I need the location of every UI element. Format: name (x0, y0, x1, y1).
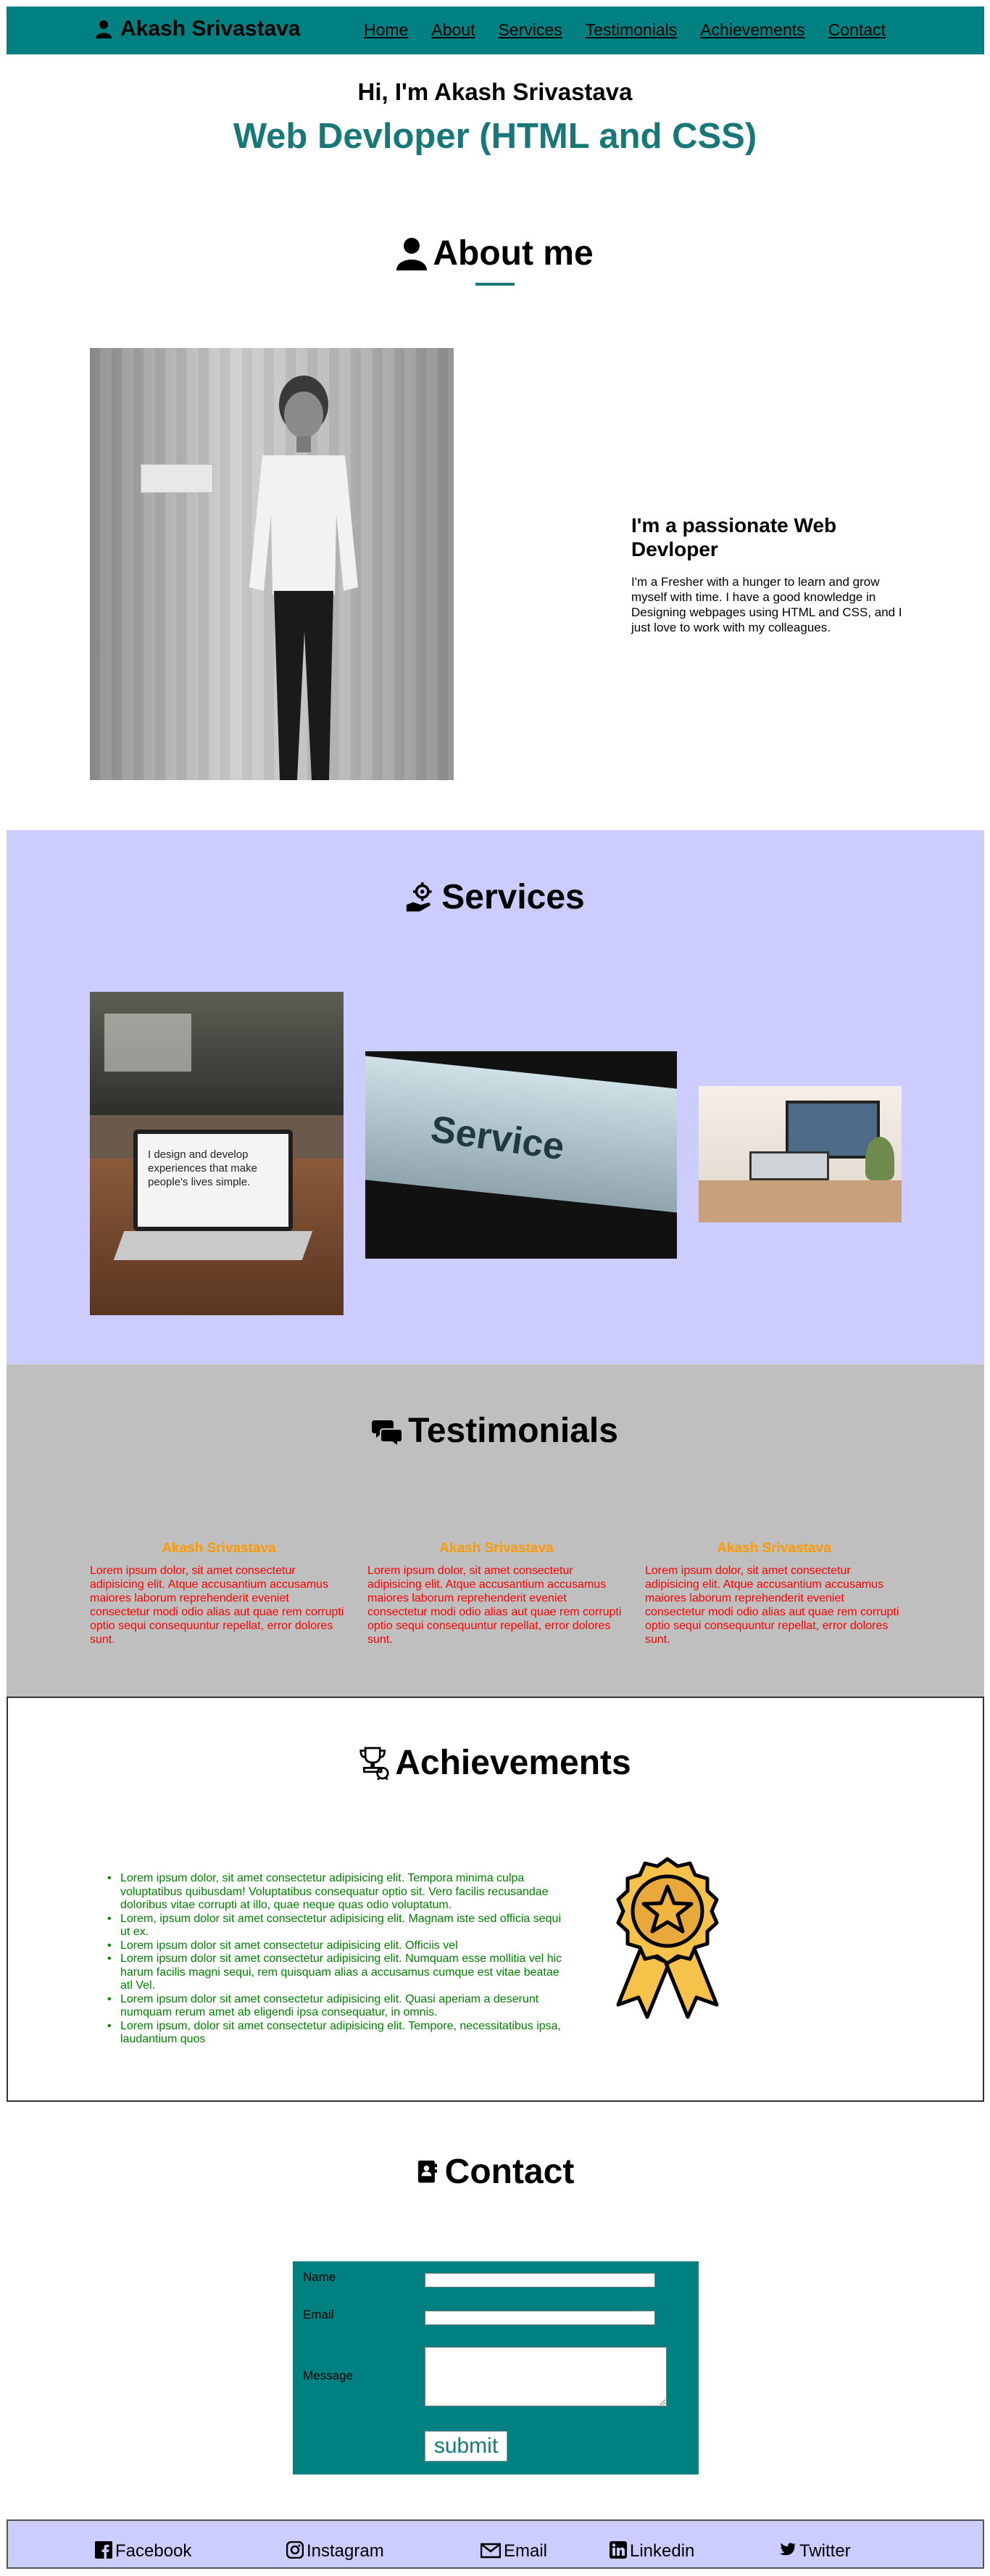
about-heading-text: About me (433, 234, 594, 273)
achievement-item: Lorem ipsum dolor, sit amet consectetur … (107, 1872, 564, 1913)
achievements-heading-text: Achievements (395, 1744, 631, 1782)
linkedin-icon (610, 2541, 627, 2559)
about-underline (475, 283, 515, 286)
nav-achievements-link[interactable]: Achievements (700, 20, 804, 40)
instagram-link[interactable]: Instagram (286, 2541, 384, 2561)
achievement-item: Lorem ipsum dolor sit amet consectetur a… (107, 1952, 564, 1993)
email-footer-label: Email (504, 2541, 548, 2561)
testimonial-card: Akash Srivastava Lorem ipsum dolor, sit … (90, 1541, 348, 1647)
about-text: I'm a Fresher with a hunger to learn and… (631, 575, 902, 634)
brand-name: Akash Srivastava (120, 17, 301, 41)
about-title: I'm a passionate Web Devloper (631, 514, 837, 560)
medal-icon (616, 1857, 719, 2019)
facebook-link[interactable]: Facebook (95, 2541, 191, 2561)
testimonial-name: Akash Srivastava (717, 1541, 831, 1556)
service-image-sign: Service (365, 1051, 677, 1259)
testimonials-heading: Testimonials (0, 1411, 990, 1451)
nav-links: Home About Services Testimonials Achieve… (364, 20, 886, 40)
contact-form: Name Email Message submit (293, 2261, 699, 2474)
email-label: Email (303, 2308, 334, 2322)
hero-role: Web Devloper (HTML and CSS) (233, 117, 757, 156)
achievement-item: Lorem, ipsum dolor sit amet consectetur … (107, 1913, 564, 1939)
name-input[interactable] (425, 2273, 655, 2287)
twitter-icon (779, 2543, 796, 2556)
user-icon (96, 20, 112, 38)
profile-photo (90, 348, 454, 780)
submit-button[interactable]: submit (425, 2431, 507, 2461)
nav-services-link[interactable]: Services (498, 20, 562, 40)
achievement-item: Lorem ipsum dolor sit amet consectetur a… (107, 1939, 564, 1953)
trophy-icon (359, 1747, 389, 1780)
hero-greeting: Hi, I'm Akash Srivastava (357, 78, 633, 105)
instagram-icon (286, 2541, 304, 2559)
footer: Facebook Instagram Email Linkedin Twitte… (7, 2519, 984, 2569)
twitter-label: Twitter (799, 2541, 851, 2561)
testimonials-heading-text: Testimonials (408, 1412, 618, 1450)
nav-contact-link[interactable]: Contact (828, 20, 886, 40)
message-textarea[interactable] (425, 2347, 667, 2406)
achievement-item: Lorem ipsum, dolor sit amet consectetur … (107, 2020, 564, 2047)
services-heading-text: Services (441, 878, 585, 916)
testimonial-text: Lorem ipsum dolor, sit amet consectetur … (367, 1565, 622, 1646)
testimonial-text: Lorem ipsum dolor, sit amet consectetur … (90, 1565, 344, 1646)
testimonial-name: Akash Srivastava (162, 1541, 276, 1556)
name-label: Name (303, 2270, 336, 2284)
hand-gear-icon (407, 882, 432, 911)
service-image-desk (699, 1086, 902, 1222)
services-heading: Services (0, 877, 990, 917)
achievements-heading: Achievements (0, 1743, 990, 1783)
nav-about-link[interactable]: About (431, 20, 475, 40)
navbar: Akash Srivastava Home About Services Tes… (7, 7, 984, 54)
linkedin-label: Linkedin (630, 2541, 695, 2561)
chat-bubbles-icon (372, 1420, 403, 1448)
linkedin-link[interactable]: Linkedin (610, 2541, 694, 2561)
brand[interactable]: Akash Srivastava (96, 17, 301, 41)
laptop-screen-text: I design and develop experiences that ma… (148, 1148, 257, 1188)
facebook-icon (95, 2541, 112, 2559)
message-label: Message (303, 2369, 353, 2382)
testimonial-text: Lorem ipsum dolor, sit amet consectetur … (645, 1565, 899, 1646)
email-input[interactable] (425, 2311, 655, 2325)
about-heading: About me (0, 233, 990, 273)
user-icon (396, 237, 428, 270)
twitter-link[interactable]: Twitter (779, 2541, 851, 2561)
contact-heading-text: Contact (444, 2153, 575, 2191)
instagram-label: Instagram (307, 2541, 384, 2561)
testimonial-name: Akash Srivastava (439, 1541, 554, 1556)
achievements-list: Lorem ipsum dolor, sit amet consectetur … (107, 1872, 564, 2047)
envelope-icon (481, 2543, 501, 2559)
contact-heading: Contact (0, 2152, 990, 2192)
facebook-label: Facebook (115, 2541, 192, 2561)
email-link[interactable]: Email (481, 2541, 547, 2561)
nav-home-link[interactable]: Home (364, 20, 408, 40)
person-figure (249, 376, 358, 780)
testimonial-card: Akash Srivastava Lorem ipsum dolor, sit … (367, 1541, 625, 1647)
contact-book-icon (417, 2160, 437, 2182)
service-image-laptop: I design and develop experiences that ma… (90, 992, 344, 1315)
testimonial-card: Akash Srivastava Lorem ipsum dolor, sit … (645, 1541, 903, 1647)
achievement-item: Lorem ipsum dolor sit amet consectetur a… (107, 1993, 564, 2020)
nav-testimonials-link[interactable]: Testimonials (586, 20, 678, 40)
